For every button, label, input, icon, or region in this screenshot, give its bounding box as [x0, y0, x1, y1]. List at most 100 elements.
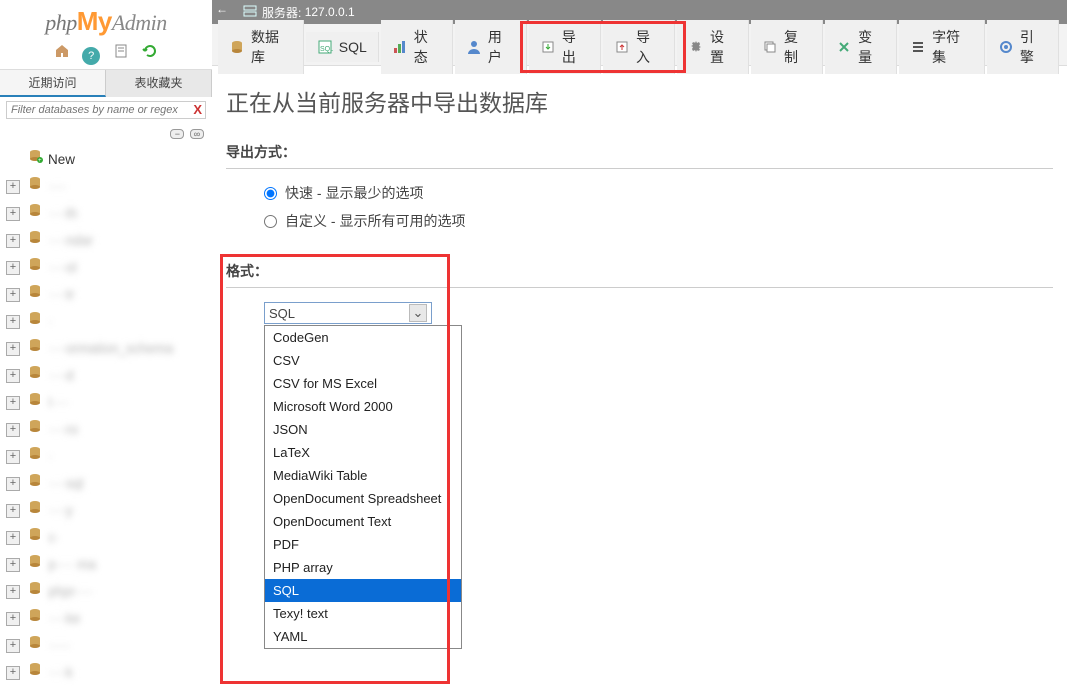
chevron-down-icon[interactable]: ⌄ [409, 304, 427, 322]
radio-custom-row[interactable]: 自定义 - 显示所有可用的选项 [226, 207, 1053, 235]
tree-db-item[interactable]: +····k [6, 659, 206, 686]
pma-logo[interactable]: phpMyAdmin [0, 0, 212, 41]
radio-quick[interactable] [264, 187, 277, 200]
expand-icon[interactable]: + [6, 261, 20, 275]
copy-icon [762, 39, 778, 55]
expand-icon[interactable]: + [6, 531, 20, 545]
help-icon[interactable]: ? [82, 47, 100, 65]
format-option[interactable]: PHP array [265, 556, 461, 579]
tree-db-item[interactable]: +····ro [6, 416, 206, 443]
docs-icon[interactable] [112, 43, 130, 61]
expand-icon[interactable]: + [6, 180, 20, 194]
tree-db-item[interactable]: +···· [6, 173, 206, 200]
tree-db-item[interactable]: +····th [6, 200, 206, 227]
expand-icon[interactable]: + [6, 396, 20, 410]
db-label: ····ndar [48, 230, 93, 252]
tree-new[interactable]: + + New [6, 146, 206, 173]
server-label: 服务器: [262, 4, 301, 21]
db-label: ····· [48, 635, 70, 657]
format-option[interactable]: LaTeX [265, 441, 461, 464]
tree-db-item[interactable]: + c· [6, 524, 206, 551]
format-option[interactable]: SQL [265, 579, 461, 602]
tree-db-item[interactable]: +····y [6, 497, 206, 524]
tree-db-item[interactable]: + ····ke [6, 605, 206, 632]
format-option[interactable]: CSV [265, 349, 461, 372]
tree-db-item[interactable]: +····d [6, 362, 206, 389]
db-tree: + + New +····+····th+····ndar+····ol+···… [0, 142, 212, 686]
link-icon[interactable]: ∞ [190, 129, 204, 139]
db-label: · [48, 311, 53, 333]
topnav-label: 复制 [784, 27, 811, 67]
format-select[interactable]: SQL ⌄ CodeGenCSVCSV for MS ExcelMicrosof… [264, 302, 432, 324]
format-option[interactable]: YAML [265, 625, 461, 648]
content: 正在从当前服务器中导出数据库 导出方式： 快速 - 显示最少的选项 自定义 - … [212, 66, 1067, 686]
expand-icon[interactable]: + [6, 207, 20, 221]
expand-icon[interactable]: + [6, 288, 20, 302]
separator2 [226, 287, 1053, 288]
format-option[interactable]: PDF [265, 533, 461, 556]
database-icon [24, 526, 46, 549]
tree-db-item[interactable]: +l···· [6, 389, 206, 416]
format-option[interactable]: MediaWiki Table [265, 464, 461, 487]
back-arrow-icon[interactable]: ← [216, 2, 228, 16]
charset-icon [910, 39, 926, 55]
format-option[interactable]: Texy! text [265, 602, 461, 625]
radio-custom[interactable] [264, 215, 277, 228]
logo-my: My [77, 6, 112, 36]
db-icon [229, 39, 245, 55]
expand-icon[interactable]: + [6, 369, 20, 383]
tree-db-item[interactable]: +· [6, 308, 206, 335]
expand-icon[interactable]: + [6, 585, 20, 599]
clear-filter-icon[interactable]: X [193, 102, 202, 117]
tree-db-item[interactable]: + ····ndar [6, 227, 206, 254]
expand-icon[interactable]: + [6, 342, 20, 356]
topnav-label: 状态 [414, 27, 441, 67]
tab-favorites[interactable]: 表收藏夹 [106, 70, 212, 97]
tree-db-item[interactable]: + ····· [6, 632, 206, 659]
expand-icon[interactable]: + [6, 558, 20, 572]
format-option[interactable]: CodeGen [265, 326, 461, 349]
home-icon[interactable] [53, 43, 71, 61]
filter-input[interactable] [6, 101, 206, 119]
tab-recent[interactable]: 近期访问 [0, 70, 106, 97]
tree-db-item[interactable]: +····tr [6, 281, 206, 308]
expand-icon[interactable]: + [6, 234, 20, 248]
expand-icon[interactable]: + [6, 612, 20, 626]
format-label: 格式： [226, 261, 1053, 281]
db-label: c· [48, 527, 59, 549]
format-option[interactable]: Microsoft Word 2000 [265, 395, 461, 418]
tree-db-item[interactable]: +phpr···· [6, 578, 206, 605]
sql-icon: SQL [317, 39, 333, 55]
tree-db-item[interactable]: +····ol [6, 254, 206, 281]
database-icon [24, 661, 46, 684]
expand-icon[interactable]: + [6, 666, 20, 680]
expand-icon[interactable]: + [6, 450, 20, 464]
expand-icon[interactable]: + [6, 504, 20, 518]
topnav: 数据库SQLSQL状态用户导出导入设置复制变量字符集引擎 [212, 24, 1067, 66]
format-option[interactable]: JSON [265, 418, 461, 441]
radio-quick-row[interactable]: 快速 - 显示最少的选项 [226, 179, 1053, 207]
tree-db-item[interactable]: +· [6, 443, 206, 470]
sidebar: phpMyAdmin ? 近期访问 表收藏夹 X − ∞ + + New [0, 0, 212, 686]
topnav-sql[interactable]: SQL SQL [306, 32, 379, 62]
separator [226, 168, 1053, 169]
expand-icon[interactable]: + [6, 477, 20, 491]
expand-icon[interactable]: + [6, 639, 20, 653]
collapse-all-icon[interactable]: − [170, 129, 184, 139]
tree-db-item[interactable]: +····sql [6, 470, 206, 497]
vars-icon [836, 39, 852, 55]
refresh-icon[interactable] [141, 43, 159, 61]
main-area: ← 服务器: 127.0.0.1 数据库SQLSQL状态用户导出导入设置复制变量… [212, 0, 1067, 686]
database-icon [24, 553, 46, 576]
database-icon [24, 445, 46, 468]
db-label: ····ke [48, 608, 80, 630]
tree-db-item[interactable]: +····ormation_schema [6, 335, 206, 362]
format-option[interactable]: OpenDocument Spreadsheet [265, 487, 461, 510]
radio-quick-label: 快速 - 显示最少的选项 [285, 183, 423, 203]
expand-icon[interactable]: + [6, 315, 20, 329]
tree-db-item[interactable]: +p···· ma [6, 551, 206, 578]
topnav-label: SQL [339, 39, 367, 55]
format-option[interactable]: CSV for MS Excel [265, 372, 461, 395]
format-option[interactable]: OpenDocument Text [265, 510, 461, 533]
expand-icon[interactable]: + [6, 423, 20, 437]
